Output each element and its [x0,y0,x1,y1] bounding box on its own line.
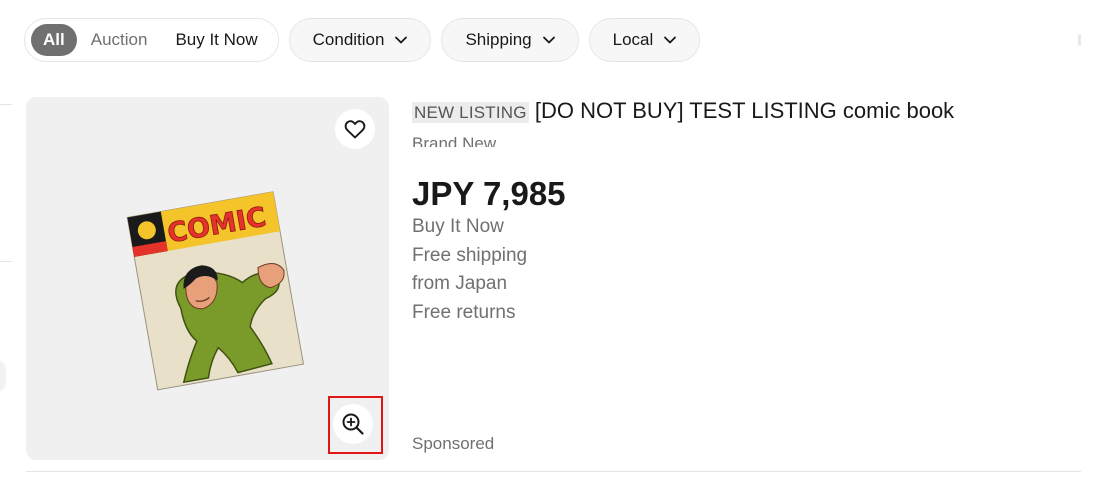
divider [0,261,12,262]
listing-price: JPY 7,985 [412,175,566,212]
chevron-down-icon [663,33,677,47]
sidebar-edge-button[interactable] [0,360,6,392]
scroll-edge-indicator [1078,34,1081,46]
local-label: Local [612,30,654,49]
watch-button[interactable] [335,109,375,149]
filter-buy-it-now[interactable]: Buy It Now [161,24,271,56]
listing-title-row[interactable]: NEW LISTING [DO NOT BUY] TEST LISTING co… [412,97,1072,127]
item-location: from Japan [412,273,508,294]
divider [26,471,1081,472]
filter-bar: All Auction Buy It Now Condition Shippin… [24,17,701,63]
condition-dropdown[interactable]: Condition [288,18,432,62]
local-dropdown[interactable]: Local [588,18,701,62]
buying-format-toggle: All Auction Buy It Now [24,18,279,62]
buying-format: Buy It Now [412,216,504,237]
condition-label: Condition [312,30,385,49]
heart-icon [344,120,366,139]
new-listing-badge: NEW LISTING [412,102,529,123]
shipping-cost: Free shipping [412,244,528,266]
listing-title[interactable]: [DO NOT BUY] TEST LISTING comic book [535,98,954,123]
returns-policy: Free returns [412,301,516,323]
zoom-button-highlight [328,396,383,454]
sponsored-label: Sponsored [412,434,495,453]
listing-info: NEW LISTING [DO NOT BUY] TEST LISTING co… [412,97,1072,327]
shipping-dropdown[interactable]: Shipping [441,18,579,62]
listing-condition: Brand New [412,134,497,147]
chevron-down-icon [394,33,408,47]
shipping-label: Shipping [465,30,532,49]
divider [0,104,12,105]
chevron-down-icon [542,33,556,47]
filter-auction[interactable]: Auction [77,24,162,56]
filter-all[interactable]: All [31,24,77,56]
